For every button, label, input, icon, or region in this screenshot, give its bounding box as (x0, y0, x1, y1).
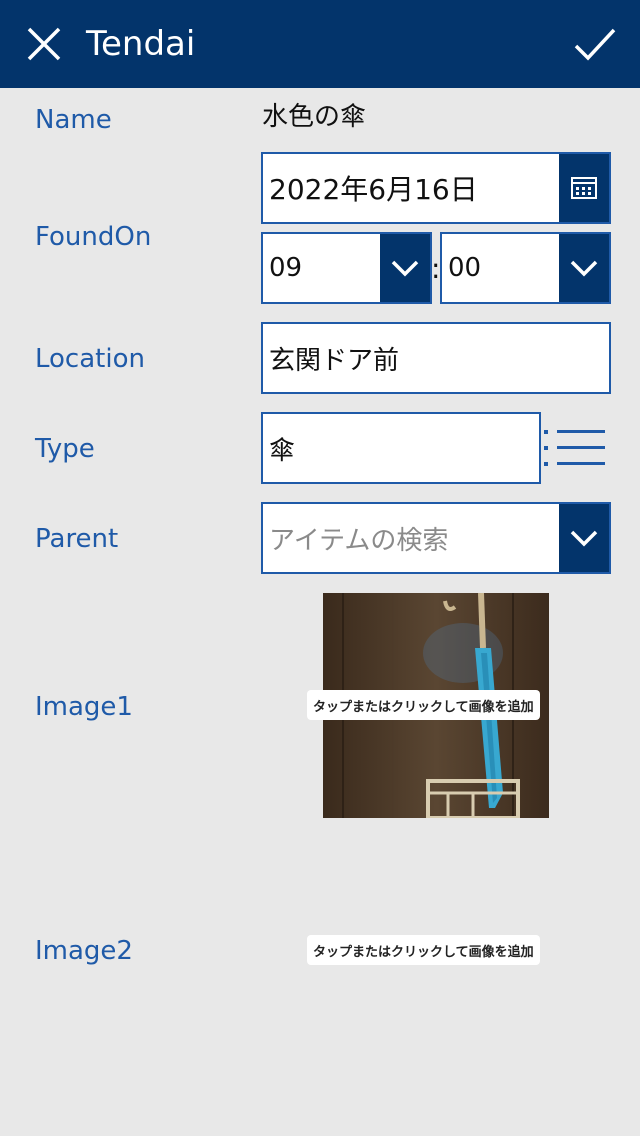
name-value: 水色の傘 (262, 102, 367, 132)
close-icon[interactable] (24, 24, 64, 64)
date-picker[interactable]: 2022年6月16日 (261, 152, 611, 224)
image2-add-button[interactable]: タップまたはクリックして画像を追加 (307, 935, 540, 965)
name-label: Name (35, 105, 112, 135)
location-value: 玄関ドア前 (269, 345, 400, 376)
chevron-down-icon (570, 530, 598, 547)
hour-select[interactable]: 09 (261, 232, 432, 304)
location-label: Location (35, 344, 145, 374)
minute-value: 00 (448, 253, 482, 283)
image2-label: Image2 (35, 936, 133, 966)
calendar-icon (571, 177, 597, 199)
parent-placeholder: アイテムの検索 (269, 525, 449, 556)
checkmark-icon[interactable] (572, 24, 618, 64)
parent-label: Parent (35, 524, 119, 554)
location-input[interactable]: 玄関ドア前 (261, 322, 611, 394)
type-input[interactable]: 傘 (261, 412, 541, 484)
parent-dropdown-button[interactable] (559, 504, 609, 572)
calendar-button[interactable] (559, 154, 609, 222)
foundon-label: FoundOn (35, 222, 152, 252)
page-title: Tendai (86, 24, 196, 64)
image1-label: Image1 (35, 692, 133, 722)
chevron-down-icon (570, 260, 598, 277)
image1-add-button[interactable]: タップまたはクリックして画像を追加 (307, 690, 540, 720)
header-bar: Tendai (0, 0, 640, 88)
parent-combobox[interactable]: アイテムの検索 (261, 502, 611, 574)
list-icon[interactable] (543, 427, 607, 469)
chevron-down-icon (391, 260, 419, 277)
date-value: 2022年6月16日 (269, 173, 478, 206)
hour-value: 09 (269, 253, 303, 283)
type-value: 傘 (269, 435, 296, 466)
minute-select[interactable]: 00 (440, 232, 611, 304)
minute-dropdown-button[interactable] (559, 234, 609, 302)
hour-dropdown-button[interactable] (380, 234, 430, 302)
type-label: Type (35, 434, 95, 464)
